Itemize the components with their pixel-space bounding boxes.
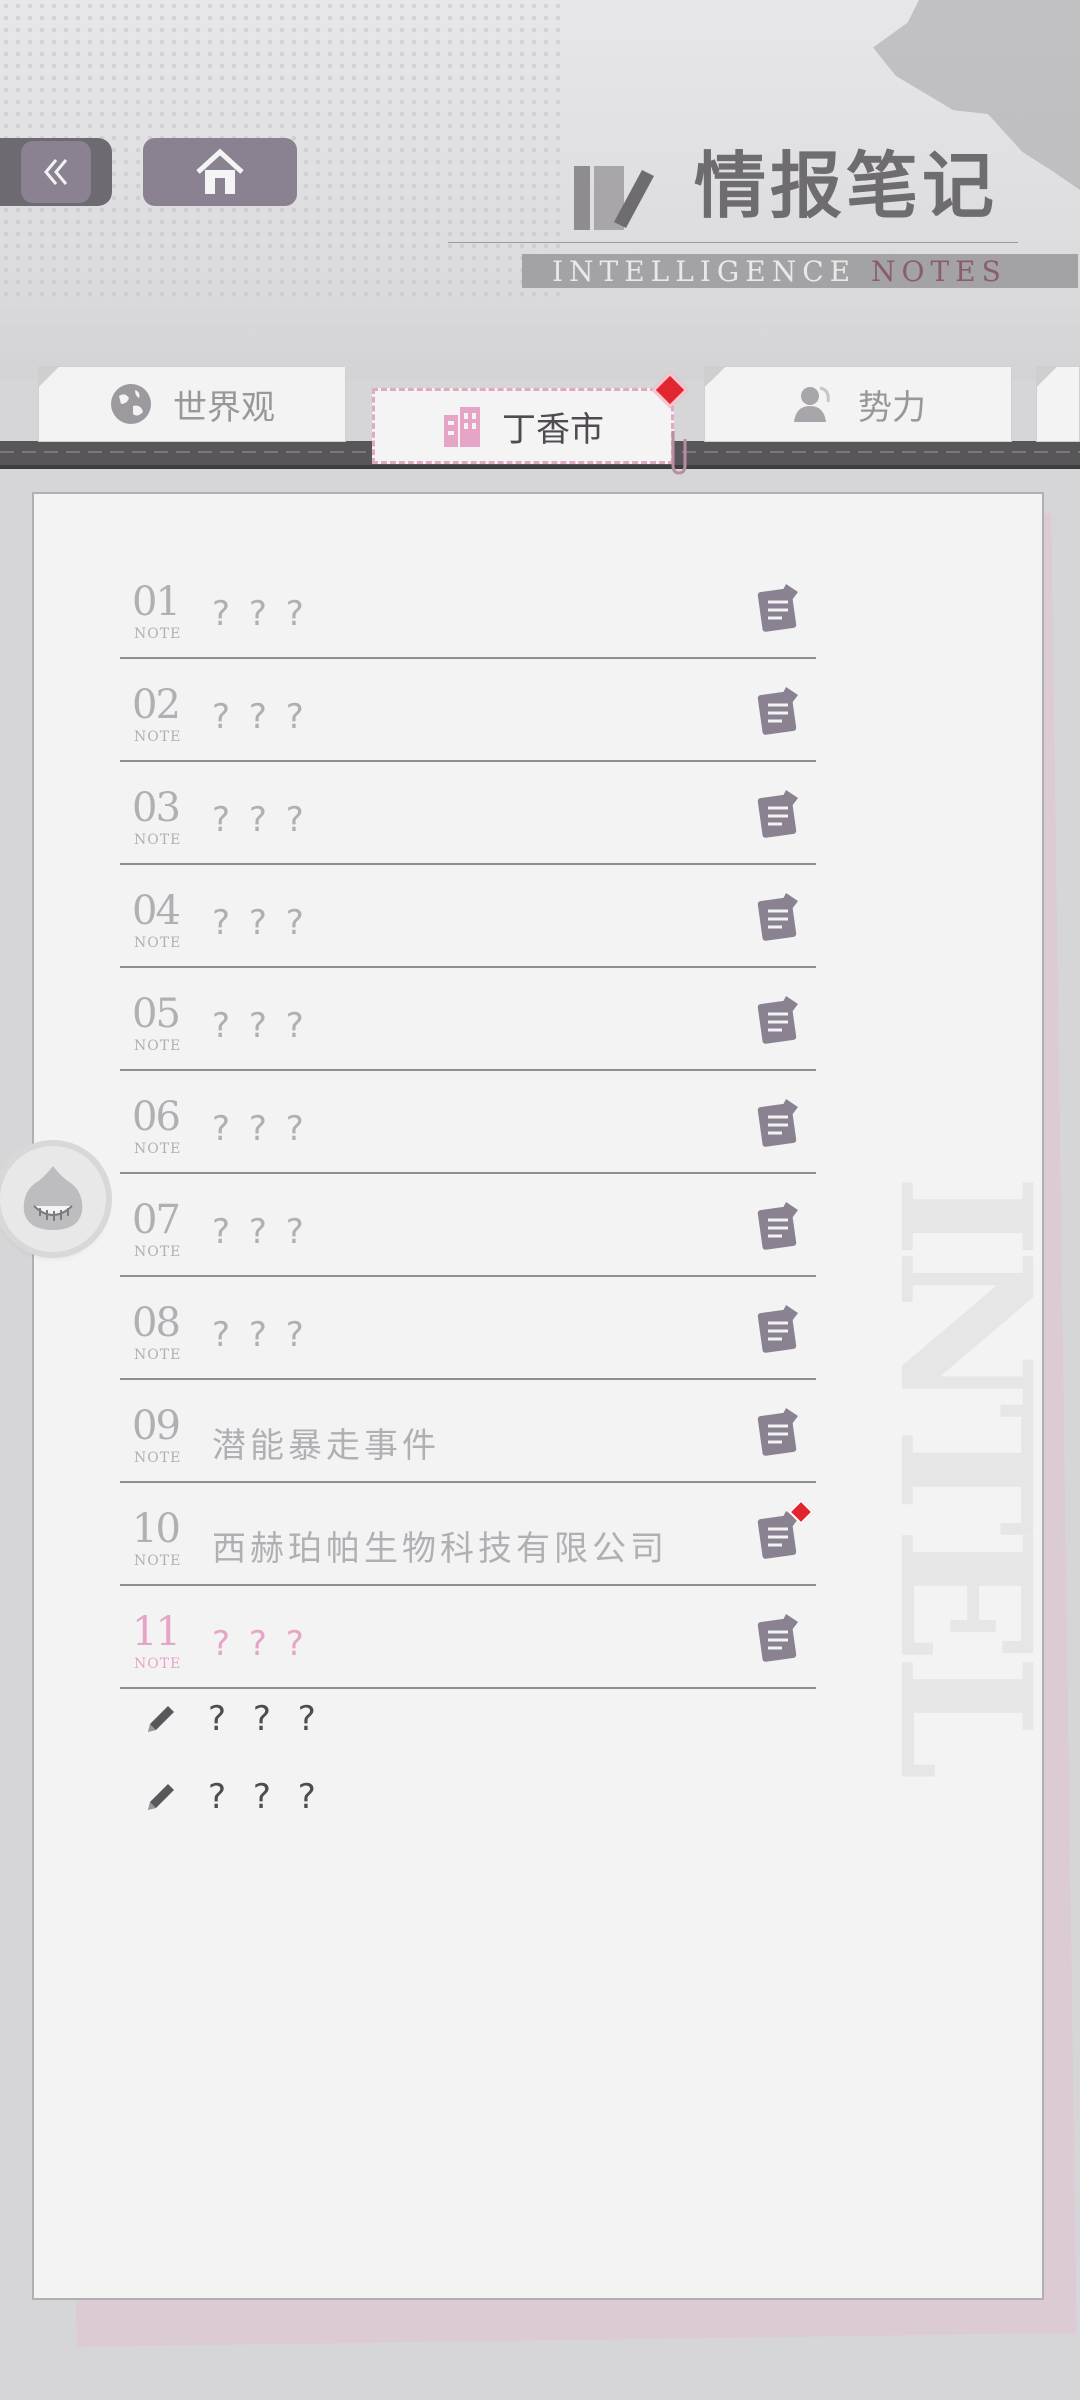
memo-icon: [757, 1099, 798, 1147]
memo-icon: [757, 790, 798, 838]
notes-panel: INTEL 01 NOTE ? ? ? 02 NOTE ? ? ? 03 NOT…: [32, 492, 1044, 2300]
tab-factions-label: 势力: [858, 387, 926, 428]
note-tag: NOTE: [134, 832, 182, 848]
page-subtitle: INTELLIGENCE NOTES: [522, 254, 1078, 288]
note-number: 04: [132, 888, 181, 934]
memo-icon: [757, 893, 798, 941]
back-button[interactable]: [0, 138, 112, 206]
tab-worldview-label: 世界观: [173, 387, 275, 428]
note-tag: NOTE: [134, 626, 182, 642]
note-number: 02: [132, 682, 181, 728]
back-button-face: [21, 141, 91, 203]
note-title: ? ? ?: [212, 1212, 308, 1252]
note-number: 07: [132, 1197, 181, 1243]
tab-factions[interactable]: 势力: [704, 366, 1012, 442]
note-tag: NOTE: [134, 1244, 182, 1260]
note-number: 09: [132, 1403, 181, 1449]
sub-item[interactable]: ? ? ?: [144, 1772, 324, 1822]
tab-more[interactable]: [1036, 366, 1080, 442]
note-row[interactable]: 03 NOTE ? ? ?: [120, 762, 816, 865]
note-row[interactable]: 05 NOTE ? ? ?: [120, 968, 816, 1071]
note-tag: NOTE: [134, 1553, 182, 1569]
tab-fold-corner: [704, 366, 726, 388]
note-row[interactable]: 02 NOTE ? ? ?: [120, 659, 816, 762]
memo-icon: [757, 1408, 798, 1456]
top-bar: 情报笔记 INTELLIGENCE NOTES: [0, 0, 1080, 360]
tab-worldview[interactable]: 世界观: [38, 366, 346, 442]
note-title: ? ? ?: [212, 1624, 308, 1664]
note-tag: NOTE: [134, 935, 182, 951]
note-row[interactable]: 04 NOTE ? ? ?: [120, 865, 816, 968]
note-row[interactable]: 07 NOTE ? ? ?: [120, 1174, 816, 1277]
person-icon: [794, 386, 830, 422]
page-title-block: 情报笔记 INTELLIGENCE NOTES: [440, 143, 1078, 300]
page-title: 情报笔记: [693, 143, 998, 228]
assistant-mascot-button[interactable]: [0, 1146, 106, 1252]
watermark-decoration: INTEL: [859, 1174, 1044, 1771]
note-title: ? ? ?: [212, 697, 308, 737]
note-number: 05: [132, 991, 181, 1037]
sub-item-label: ? ? ?: [208, 1699, 324, 1739]
mascot-face-icon: [23, 1166, 83, 1230]
memo-icon: [757, 584, 798, 632]
note-tag: NOTE: [134, 729, 182, 745]
note-tag: NOTE: [134, 1141, 182, 1157]
note-title: ? ? ?: [212, 1006, 308, 1046]
note-row[interactable]: 09 NOTE 潜能暴走事件: [120, 1380, 816, 1483]
tab-fold-corner: [38, 366, 60, 388]
notes-list: 01 NOTE ? ? ? 02 NOTE ? ? ? 03 NOTE ? ? …: [120, 556, 816, 1689]
note-row[interactable]: 01 NOTE ? ? ?: [120, 556, 816, 659]
globe-icon: [111, 384, 151, 424]
note-row[interactable]: 06 NOTE ? ? ?: [120, 1071, 816, 1174]
note-title: ? ? ?: [212, 594, 308, 634]
note-tag: NOTE: [134, 1347, 182, 1363]
memo-icon: [757, 1305, 798, 1353]
pencil-icon: [148, 1706, 174, 1732]
note-number: 06: [132, 1094, 181, 1140]
title-divider: [448, 242, 1018, 243]
page-subtitle-accent: NOTES: [871, 254, 1007, 288]
note-title: 西赫珀帕生物科技有限公司: [212, 1529, 668, 1569]
note-tag: NOTE: [134, 1038, 182, 1054]
memo-icon: [757, 996, 798, 1044]
note-number: 01: [132, 579, 181, 625]
note-number: 10: [132, 1506, 181, 1552]
notebook-pen-icon: [574, 166, 654, 230]
home-icon: [196, 148, 244, 194]
note-title: ? ? ?: [212, 800, 308, 840]
building-icon: [444, 407, 480, 447]
tab-fold-corner: [1036, 366, 1058, 388]
note-title: ? ? ?: [212, 1315, 308, 1355]
home-button[interactable]: [143, 138, 297, 206]
note-title: 潜能暴走事件: [212, 1426, 440, 1466]
note-title: ? ? ?: [212, 903, 308, 943]
note-number: 08: [132, 1300, 181, 1346]
paperclip-icon: [671, 431, 687, 475]
tab-lilac-city-label: 丁香市: [502, 409, 604, 450]
page-subtitle-main: INTELLIGENCE: [552, 254, 857, 288]
sub-item-label: ? ? ?: [208, 1777, 324, 1817]
tab-lilac-city[interactable]: 丁香市: [372, 371, 689, 475]
note-title: ? ? ?: [212, 1109, 308, 1149]
note-row[interactable]: 11 NOTE ? ? ?: [120, 1586, 816, 1689]
double-chevron-left-icon: [44, 159, 68, 185]
note-tag: NOTE: [134, 1450, 182, 1466]
sub-item[interactable]: ? ? ?: [144, 1694, 324, 1744]
memo-icon: [757, 687, 798, 735]
note-number: 11: [132, 1609, 181, 1655]
note-row[interactable]: 08 NOTE ? ? ?: [120, 1277, 816, 1380]
memo-icon: [757, 1614, 798, 1662]
memo-icon: [757, 1202, 798, 1250]
note-tag: NOTE: [134, 1656, 182, 1672]
note-number: 03: [132, 785, 181, 831]
note-row[interactable]: 10 NOTE 西赫珀帕生物科技有限公司: [120, 1483, 816, 1586]
pencil-icon: [148, 1784, 174, 1810]
